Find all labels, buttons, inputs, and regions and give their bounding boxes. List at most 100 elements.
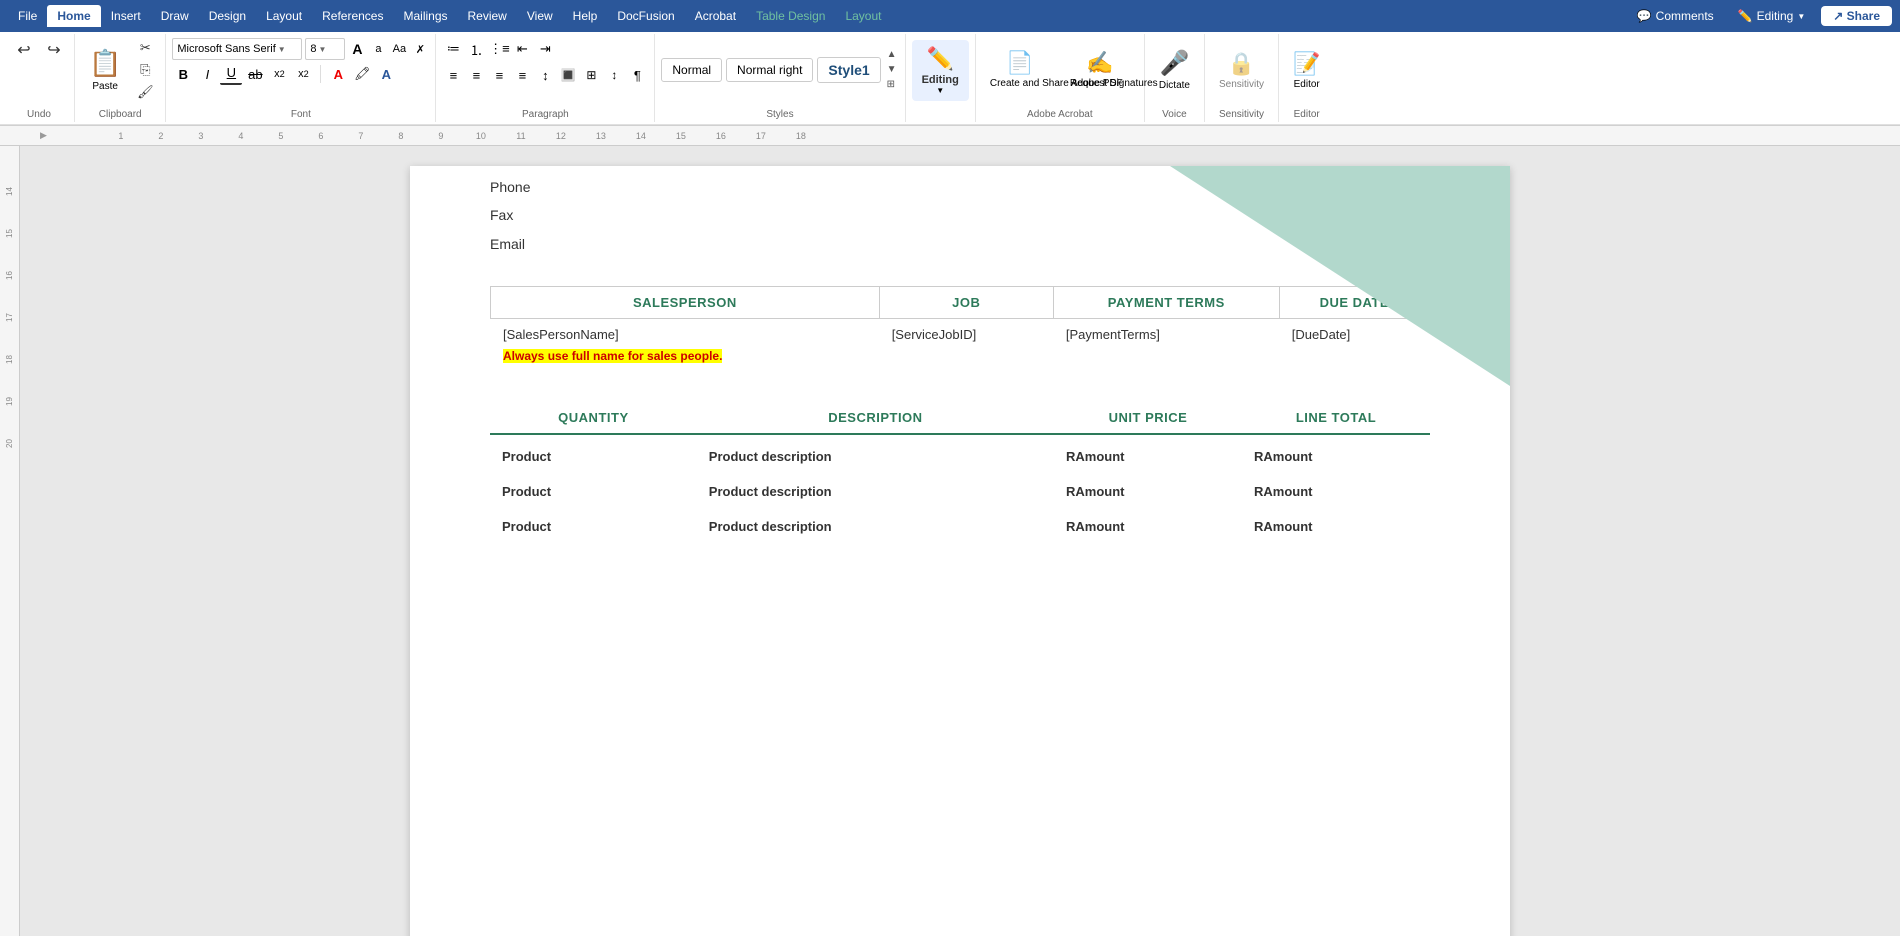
total-cell-1[interactable]: RAmount — [1242, 434, 1430, 474]
shrink-font-button[interactable]: a — [369, 40, 387, 58]
document-scroll[interactable]: Phone Fax Email SALESPERSON JOB PAYMENT … — [20, 146, 1900, 936]
job-header: JOB — [879, 287, 1053, 319]
unit-cell-3[interactable]: RAmount — [1054, 509, 1242, 544]
share-button[interactable]: ↗ Share — [1821, 6, 1892, 26]
desc-cell-3[interactable]: Product description — [697, 509, 1054, 544]
editor-group-label: Editor — [1279, 109, 1334, 120]
tab-table-design[interactable]: Table Design — [746, 5, 835, 27]
comments-button[interactable]: 💬 Comments — [1629, 6, 1722, 26]
align-left-button[interactable]: ≡ — [442, 64, 464, 86]
salesperson-cell[interactable]: [SalesPersonName] Always use full name f… — [491, 319, 880, 372]
align-right-button[interactable]: ≡ — [488, 64, 510, 86]
shading-button[interactable]: 🔳 — [557, 64, 579, 86]
styles-gallery: Normal Normal right Style1 — [661, 57, 880, 83]
font-size-selector[interactable]: 8 ▼ — [305, 38, 345, 60]
undo-button[interactable]: ↩ — [10, 38, 38, 62]
sensitivity-button[interactable]: 🔒 Sensitivity — [1211, 47, 1272, 94]
unit-cell-1[interactable]: RAmount — [1054, 434, 1242, 474]
tab-acrobat[interactable]: Acrobat — [685, 5, 746, 27]
highlight-button[interactable]: 🖍 — [351, 63, 373, 85]
table-row: Product Product description RAmount RAmo… — [490, 434, 1430, 474]
tab-references[interactable]: References — [312, 5, 393, 27]
undo-group: ↩ ↪ Undo — [4, 34, 75, 122]
paste-icon: 📋 — [89, 48, 121, 79]
style-style1[interactable]: Style1 — [817, 57, 880, 83]
qty-cell-3[interactable]: Product — [490, 509, 697, 544]
total-cell-2[interactable]: RAmount — [1242, 474, 1430, 509]
line-spacing-button[interactable]: ↕ — [534, 64, 556, 86]
adobe-acrobat-group: 📄 Create and Share Adobe PDF ✍️ Request … — [976, 34, 1145, 122]
comments-icon: 💬 — [1637, 9, 1652, 23]
tab-insert[interactable]: Insert — [101, 5, 151, 27]
tab-docfusion[interactable]: DocFusion — [607, 5, 684, 27]
style-normal[interactable]: Normal — [661, 58, 722, 82]
tab-help[interactable]: Help — [563, 5, 608, 27]
font-color-button[interactable]: A — [327, 63, 349, 85]
tab-draw[interactable]: Draw — [151, 5, 199, 27]
job-cell[interactable]: [ServiceJobID] — [879, 319, 1053, 372]
multilevel-button[interactable]: ⋮≡ — [488, 38, 510, 60]
tab-file[interactable]: File — [8, 5, 47, 27]
tab-mailings[interactable]: Mailings — [393, 5, 457, 27]
tab-home[interactable]: Home — [47, 5, 100, 27]
bold-button[interactable]: B — [172, 63, 194, 85]
editing-group-dropdown-icon: ▼ — [936, 86, 944, 95]
align-center-button[interactable]: ≡ — [465, 64, 487, 86]
italic-button[interactable]: I — [196, 63, 218, 85]
qty-cell-1[interactable]: Product — [490, 434, 697, 474]
styles-scroll: ▲ ▼ ⊞ — [885, 48, 899, 92]
tab-review[interactable]: Review — [458, 5, 517, 27]
decrease-indent-button[interactable]: ⇤ — [511, 38, 533, 60]
format-painter-button[interactable]: 🖌 — [131, 82, 159, 102]
editor-button[interactable]: 📝 Editor — [1285, 47, 1328, 94]
cut-button[interactable]: ✂ — [131, 38, 159, 58]
change-case-button[interactable]: Aa — [390, 40, 408, 58]
email-label: Email — [490, 233, 1430, 255]
numbering-button[interactable]: ⒈ — [465, 38, 487, 60]
text-effects-button[interactable]: A — [375, 63, 397, 85]
style-normal-right[interactable]: Normal right — [726, 58, 813, 82]
tab-view[interactable]: View — [517, 5, 563, 27]
sales-note: Always use full name for sales people. — [503, 348, 867, 363]
line-total-header: LINE TOTAL — [1242, 402, 1430, 434]
copy-button[interactable]: ⎘ — [131, 60, 159, 80]
tab-layout-2[interactable]: Layout — [835, 5, 891, 27]
styles-group-label: Styles — [655, 109, 904, 120]
editing-dropdown-icon: ▼ — [1797, 12, 1805, 21]
main-area: 14 15 16 17 18 19 20 Phone Fax Email SAL… — [0, 146, 1900, 936]
editing-group: ✏️ Editing ▼ — [906, 34, 976, 122]
desc-cell-1[interactable]: Product description — [697, 434, 1054, 474]
sort-button[interactable]: ↕ — [603, 64, 625, 86]
tab-design[interactable]: Design — [199, 5, 256, 27]
dictate-button[interactable]: 🎤 Dictate — [1151, 45, 1198, 95]
undo-group-label: Undo — [4, 109, 74, 120]
desc-cell-2[interactable]: Product description — [697, 474, 1054, 509]
editing-group-button[interactable]: ✏️ Editing ▼ — [912, 40, 969, 101]
justify-button[interactable]: ≡ — [511, 64, 533, 86]
font-name-selector[interactable]: Microsoft Sans Serif ▼ — [172, 38, 302, 60]
show-hide-button[interactable]: ¶ — [626, 64, 648, 86]
styles-more[interactable]: ⊞ — [885, 78, 899, 92]
total-cell-3[interactable]: RAmount — [1242, 509, 1430, 544]
subscript-button[interactable]: x2 — [268, 63, 290, 85]
unit-cell-2[interactable]: RAmount — [1054, 474, 1242, 509]
borders-button[interactable]: ⊞ — [580, 64, 602, 86]
paste-button[interactable]: 📋 Paste — [81, 44, 129, 96]
grow-font-button[interactable]: A — [348, 40, 366, 58]
clipboard-group-label: Clipboard — [75, 109, 165, 120]
editing-button[interactable]: ✏️ Editing ▼ — [1730, 6, 1814, 26]
request-signatures-button[interactable]: ✍️ Request Signatures — [1062, 46, 1138, 94]
styles-scroll-down[interactable]: ▼ — [885, 63, 899, 77]
redo-button[interactable]: ↪ — [40, 38, 68, 62]
bullets-button[interactable]: ≔ — [442, 38, 464, 60]
tab-layout[interactable]: Layout — [256, 5, 312, 27]
strikethrough-button[interactable]: ab — [244, 63, 266, 85]
superscript-button[interactable]: x2 — [292, 63, 314, 85]
create-pdf-button[interactable]: 📄 Create and Share Adobe PDF — [982, 46, 1058, 94]
qty-cell-2[interactable]: Product — [490, 474, 697, 509]
increase-indent-button[interactable]: ⇥ — [534, 38, 556, 60]
clear-formatting-button[interactable]: ✗ — [411, 40, 429, 58]
underline-button[interactable]: U — [220, 63, 242, 85]
request-sig-icon: ✍️ — [1086, 50, 1113, 76]
styles-scroll-up[interactable]: ▲ — [885, 48, 899, 62]
